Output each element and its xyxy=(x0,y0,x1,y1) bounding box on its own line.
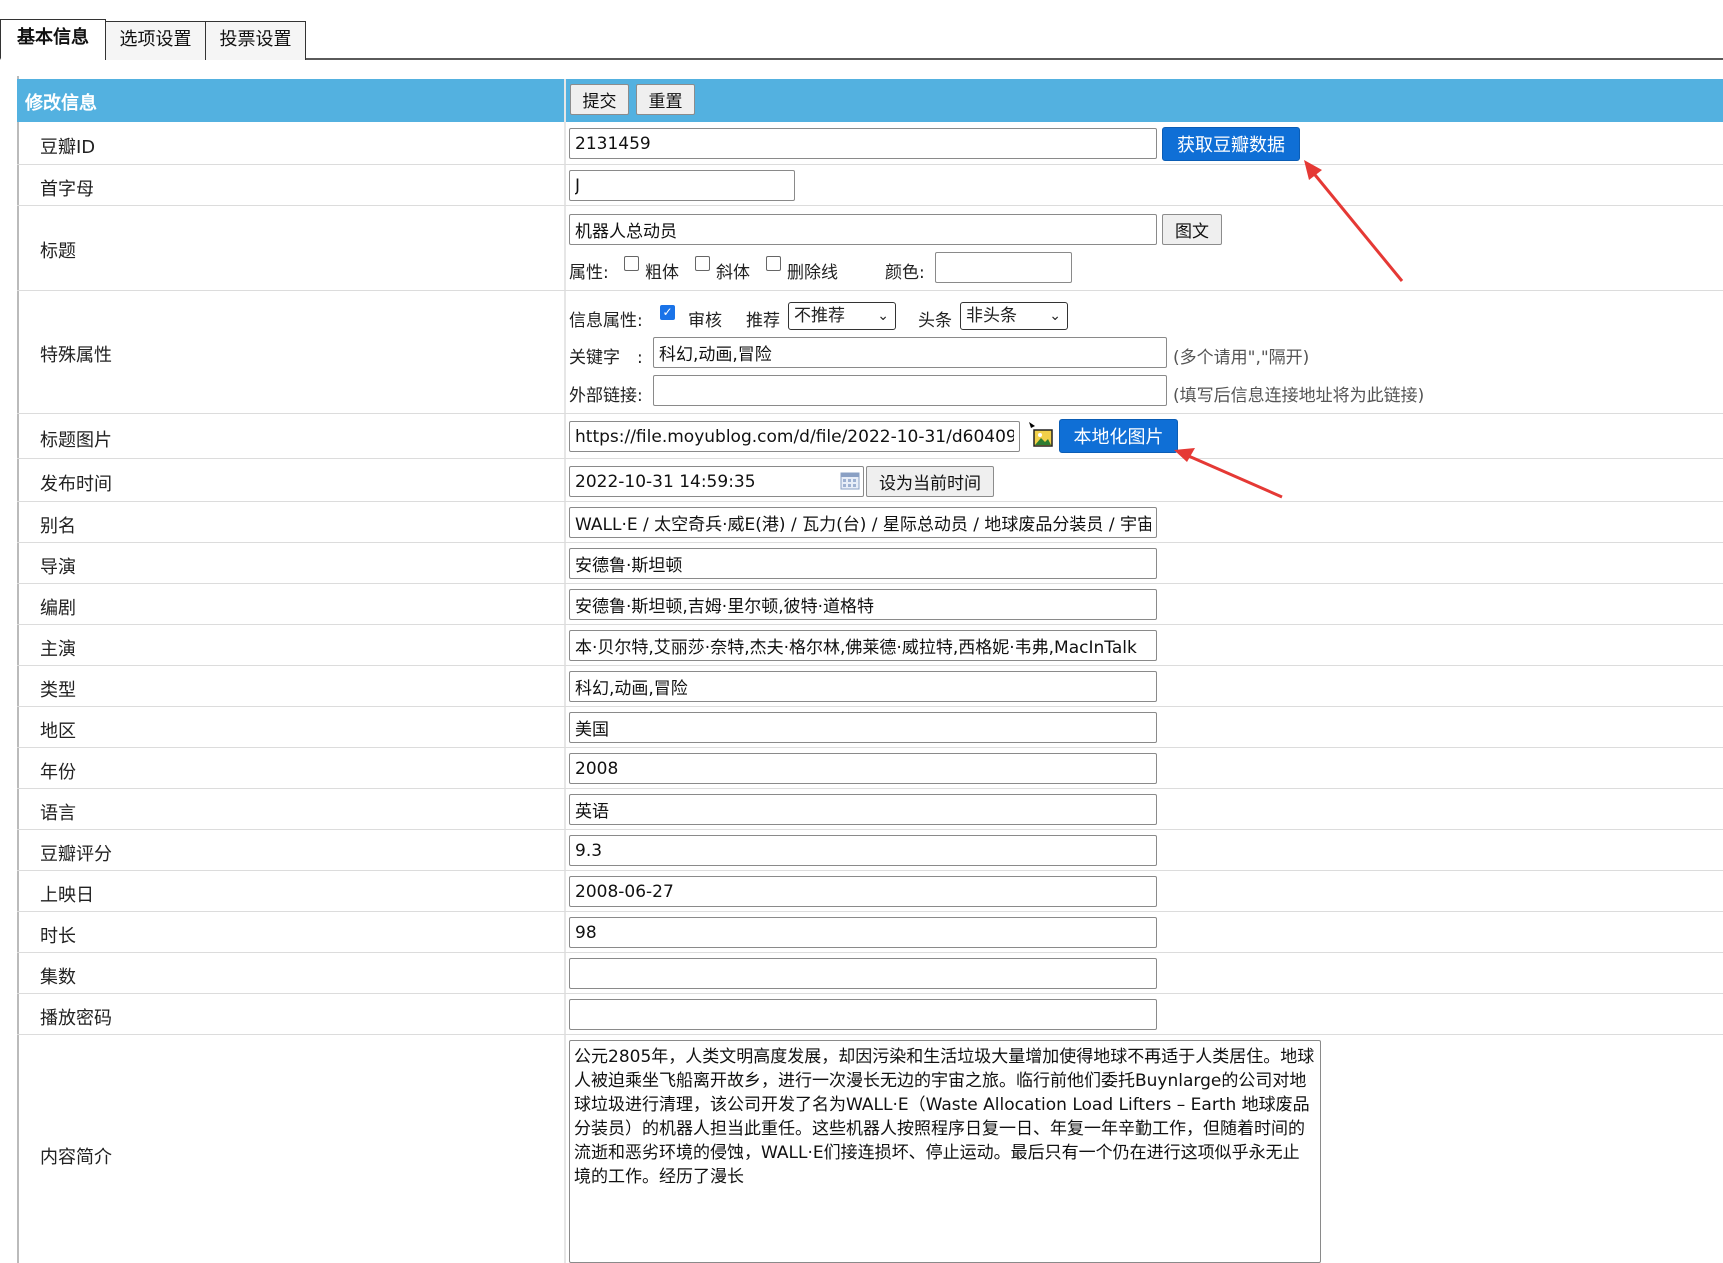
annotation-arrows xyxy=(1174,160,1404,499)
arrow-icon xyxy=(1174,448,1283,499)
arrow-icon xyxy=(1304,160,1404,282)
